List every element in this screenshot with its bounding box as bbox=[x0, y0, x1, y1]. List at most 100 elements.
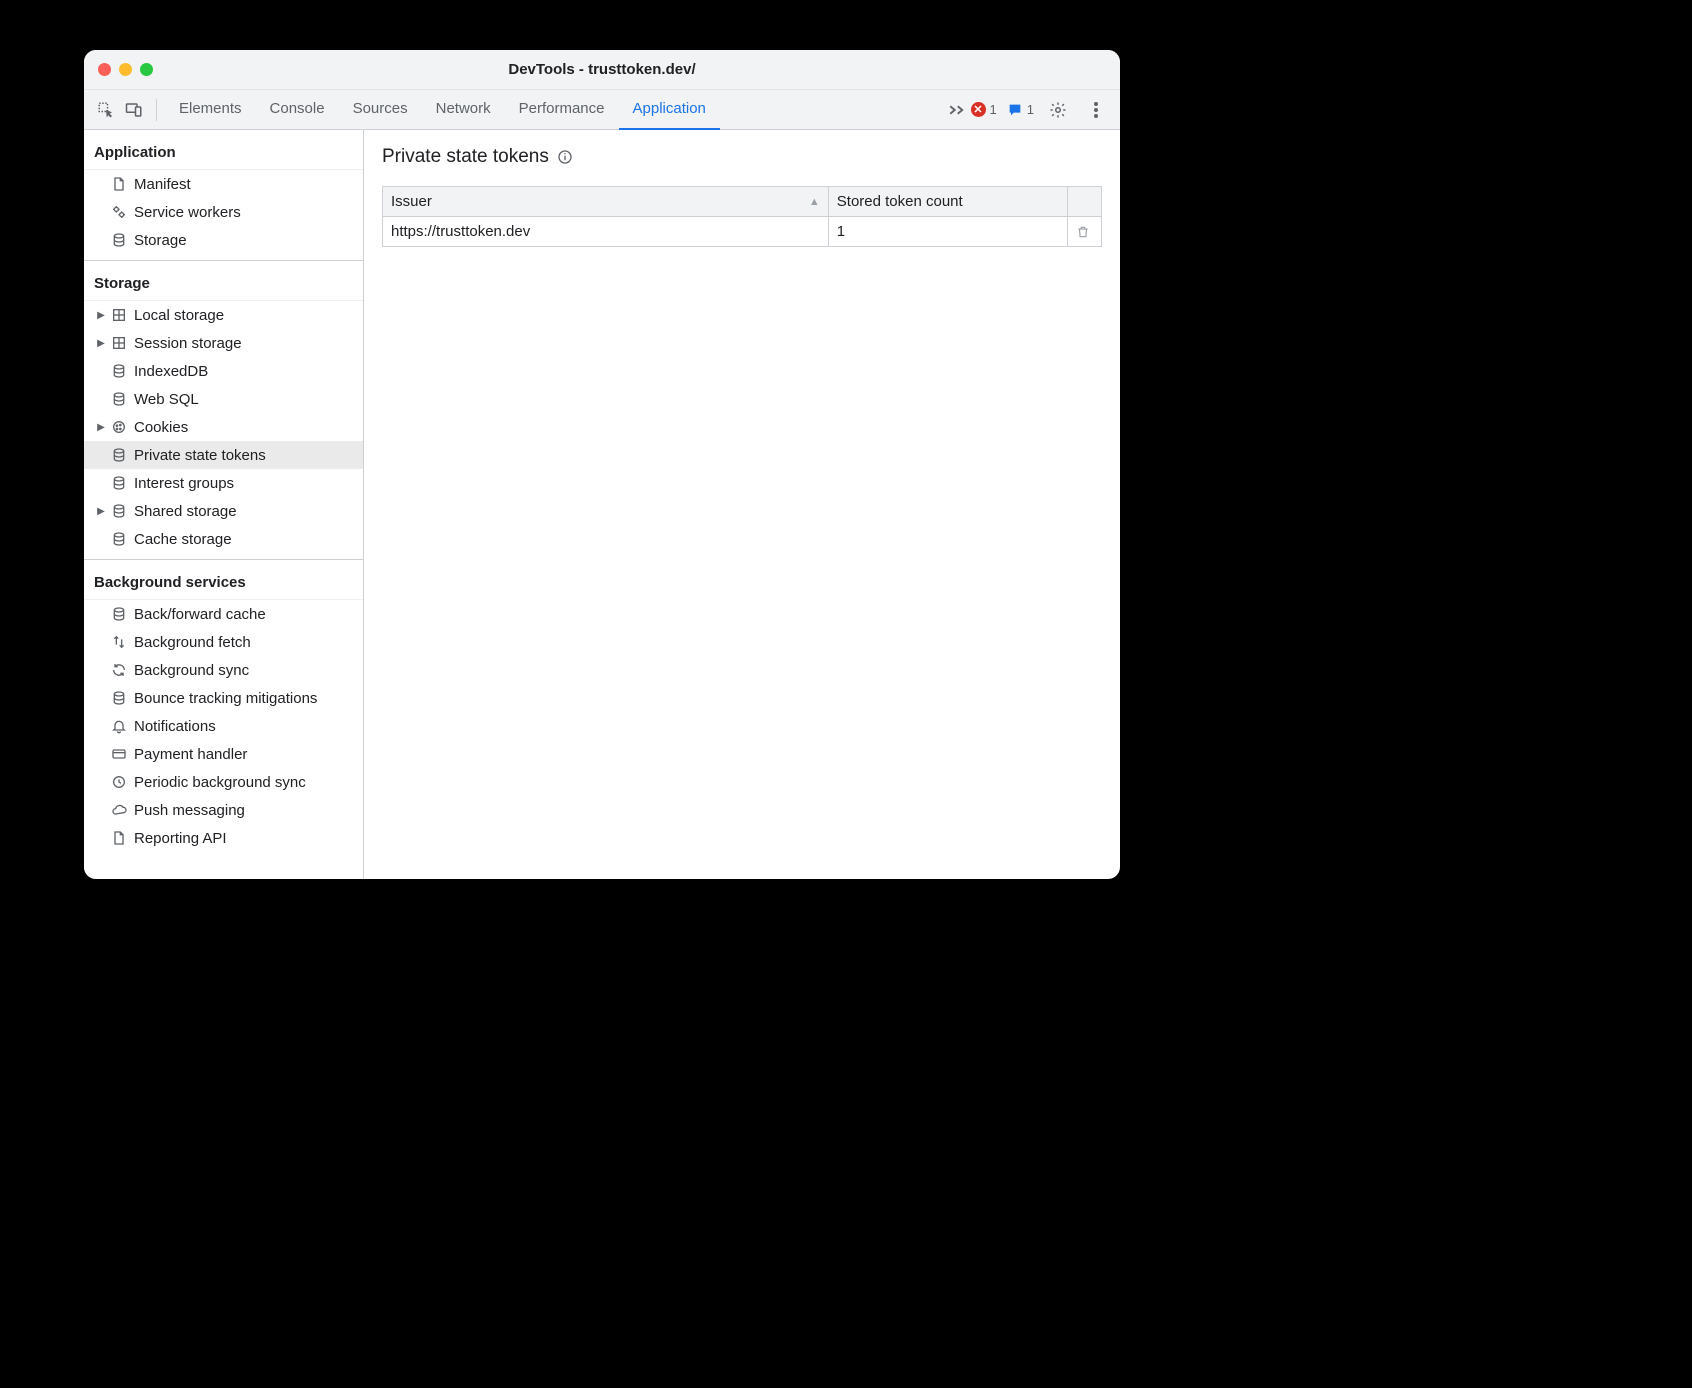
sidebar-item-private-state-tokens[interactable]: Private state tokens bbox=[84, 441, 363, 469]
sidebar-item-session-storage[interactable]: ▶ Session storage bbox=[84, 329, 363, 357]
tab-console[interactable]: Console bbox=[256, 90, 339, 130]
sidebar-item-background-sync[interactable]: Background sync bbox=[84, 656, 363, 684]
panel-heading: Private state tokens bbox=[382, 146, 1102, 168]
message-count: 1 bbox=[1027, 102, 1034, 117]
sidebar-item-label: Payment handler bbox=[134, 746, 247, 763]
sidebar-item-interest-groups[interactable]: Interest groups bbox=[84, 469, 363, 497]
sidebar-item-label: Reporting API bbox=[134, 830, 227, 847]
tab-elements[interactable]: Elements bbox=[165, 90, 256, 130]
sidebar-item-local-storage[interactable]: ▶ Local storage bbox=[84, 301, 363, 329]
sort-indicator-icon: ▲ bbox=[809, 196, 820, 208]
sidebar-item-service-workers[interactable]: Service workers bbox=[84, 198, 363, 226]
trash-icon[interactable] bbox=[1076, 225, 1093, 239]
sidebar-item-cookies[interactable]: ▶ Cookies bbox=[84, 413, 363, 441]
sidebar-item-background-fetch[interactable]: Background fetch bbox=[84, 628, 363, 656]
sidebar-item-manifest[interactable]: Manifest bbox=[84, 170, 363, 198]
sidebar-item-payment-handler[interactable]: Payment handler bbox=[84, 740, 363, 768]
tab-performance[interactable]: Performance bbox=[505, 90, 619, 130]
devtools-window: DevTools - trusttoken.dev/ ElementsConso… bbox=[84, 50, 1120, 879]
sidebar-item-label: Service workers bbox=[134, 204, 241, 221]
panel-tabs: ElementsConsoleSourcesNetworkPerformance… bbox=[165, 90, 943, 130]
expand-arrow-icon[interactable]: ▶ bbox=[94, 310, 108, 321]
tab-network[interactable]: Network bbox=[422, 90, 505, 130]
gears-icon bbox=[108, 204, 130, 220]
tab-application[interactable]: Application bbox=[619, 90, 720, 130]
sidebar-item-label: Session storage bbox=[134, 335, 242, 352]
sidebar-item-label: Cache storage bbox=[134, 531, 232, 548]
sidebar-item-cache-storage[interactable]: Cache storage bbox=[84, 525, 363, 553]
message-badge[interactable]: 1 bbox=[1007, 102, 1034, 118]
sidebar-item-shared-storage[interactable]: ▶Shared storage bbox=[84, 497, 363, 525]
kebab-menu-icon[interactable] bbox=[1082, 96, 1110, 124]
more-tabs-icon[interactable] bbox=[943, 96, 971, 124]
sidebar-item-label: Interest groups bbox=[134, 475, 234, 492]
sidebar-item-label: Private state tokens bbox=[134, 447, 266, 464]
error-icon: ✕ bbox=[971, 102, 986, 117]
tab-sources[interactable]: Sources bbox=[339, 90, 422, 130]
titlebar: DevTools - trusttoken.dev/ bbox=[84, 50, 1120, 90]
db-icon bbox=[108, 475, 130, 491]
traffic-lights bbox=[98, 63, 153, 76]
main-panel: Private state tokens Issuer ▲ Stored tok… bbox=[364, 130, 1120, 879]
close-window-button[interactable] bbox=[98, 63, 111, 76]
sidebar-item-label: Manifest bbox=[134, 176, 191, 193]
sidebar-item-bounce-tracking-mitigations[interactable]: Bounce tracking mitigations bbox=[84, 684, 363, 712]
sidebar-item-web-sql[interactable]: Web SQL bbox=[84, 385, 363, 413]
sidebar-item-label: Bounce tracking mitigations bbox=[134, 690, 317, 707]
panel-heading-text: Private state tokens bbox=[382, 146, 549, 168]
cell-actions bbox=[1068, 217, 1102, 247]
sidebar-item-storage[interactable]: Storage bbox=[84, 226, 363, 254]
settings-icon[interactable] bbox=[1044, 96, 1072, 124]
device-toolbar-icon[interactable] bbox=[120, 96, 148, 124]
sidebar-item-push-messaging[interactable]: Push messaging bbox=[84, 796, 363, 824]
db-icon bbox=[108, 531, 130, 547]
grid-icon bbox=[108, 307, 130, 323]
sidebar-item-periodic-background-sync[interactable]: Periodic background sync bbox=[84, 768, 363, 796]
sidebar-item-label: Push messaging bbox=[134, 802, 245, 819]
minimize-window-button[interactable] bbox=[119, 63, 132, 76]
file-icon bbox=[108, 176, 130, 192]
info-icon[interactable] bbox=[557, 149, 573, 165]
expand-arrow-icon[interactable]: ▶ bbox=[94, 338, 108, 349]
window-title: DevTools - trusttoken.dev/ bbox=[84, 61, 1120, 78]
column-header-issuer-label: Issuer bbox=[391, 193, 432, 210]
card-icon bbox=[108, 746, 130, 762]
file-icon bbox=[108, 830, 130, 846]
sidebar-item-label: Cookies bbox=[134, 419, 188, 436]
cloud-icon bbox=[108, 802, 130, 818]
expand-arrow-icon[interactable]: ▶ bbox=[94, 422, 108, 433]
maximize-window-button[interactable] bbox=[140, 63, 153, 76]
column-header-issuer[interactable]: Issuer ▲ bbox=[383, 187, 829, 217]
sidebar-item-label: Local storage bbox=[134, 307, 224, 324]
clock-icon bbox=[108, 774, 130, 790]
sidebar-item-label: Notifications bbox=[134, 718, 216, 735]
inspect-icon[interactable] bbox=[92, 96, 120, 124]
cell-issuer: https://trusttoken.dev bbox=[383, 217, 829, 247]
section-title: Background services bbox=[84, 560, 363, 600]
db-icon bbox=[108, 606, 130, 622]
sidebar-item-label: Back/forward cache bbox=[134, 606, 266, 623]
expand-arrow-icon[interactable]: ▶ bbox=[94, 506, 108, 517]
sidebar-item-label: Periodic background sync bbox=[134, 774, 306, 791]
sync-icon bbox=[108, 662, 130, 678]
sidebar-item-label: Web SQL bbox=[134, 391, 199, 408]
db-icon bbox=[108, 391, 130, 407]
error-count: 1 bbox=[990, 102, 997, 117]
sidebar-item-indexeddb[interactable]: IndexedDB bbox=[84, 357, 363, 385]
tokens-table: Issuer ▲ Stored token count https://trus… bbox=[382, 186, 1102, 247]
table-row[interactable]: https://trusttoken.dev1 bbox=[383, 217, 1102, 247]
arrows-icon bbox=[108, 634, 130, 650]
sidebar[interactable]: ApplicationManifestService workersStorag… bbox=[84, 130, 364, 879]
error-badge[interactable]: ✕ 1 bbox=[971, 102, 997, 117]
db-icon bbox=[108, 503, 130, 519]
column-header-count[interactable]: Stored token count bbox=[828, 187, 1067, 217]
column-header-count-label: Stored token count bbox=[837, 193, 963, 210]
content: ApplicationManifestService workersStorag… bbox=[84, 130, 1120, 879]
sidebar-item-back-forward-cache[interactable]: Back/forward cache bbox=[84, 600, 363, 628]
toolbar: ElementsConsoleSourcesNetworkPerformance… bbox=[84, 90, 1120, 130]
sidebar-item-label: Storage bbox=[134, 232, 187, 249]
db-icon bbox=[108, 232, 130, 248]
sidebar-item-reporting-api[interactable]: Reporting API bbox=[84, 824, 363, 852]
grid-icon bbox=[108, 335, 130, 351]
sidebar-item-notifications[interactable]: Notifications bbox=[84, 712, 363, 740]
